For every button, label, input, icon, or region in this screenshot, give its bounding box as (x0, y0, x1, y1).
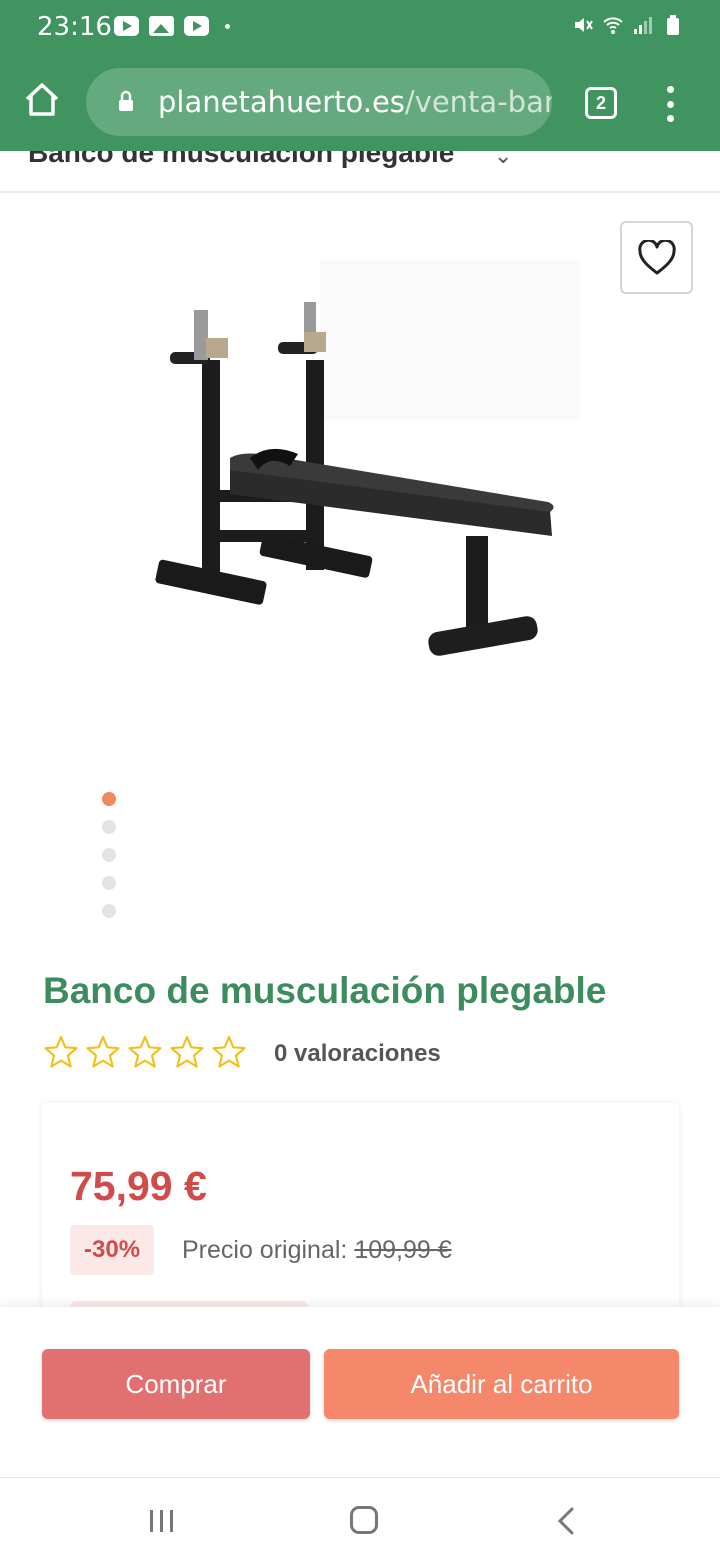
signal-icon (634, 17, 652, 34)
star-empty-icon[interactable] (86, 1035, 120, 1069)
original-price: Precio original: 109,99 € (182, 1236, 452, 1265)
gallery-notification-icon (149, 16, 174, 36)
home-nav-icon[interactable] (350, 1506, 378, 1534)
gallery-dot[interactable] (102, 876, 116, 890)
battery-icon (667, 15, 679, 35)
product-image[interactable] (120, 240, 600, 720)
chevron-down-icon[interactable]: ⌄ (494, 151, 512, 169)
star-empty-icon[interactable] (170, 1035, 204, 1069)
product-title: Banco de musculación plegable (43, 970, 607, 1011)
system-navigation-bar (0, 1477, 720, 1560)
sticky-product-title: Banco de musculación plegable (28, 151, 455, 168)
more-options-icon[interactable] (660, 86, 680, 122)
gallery-pagination (102, 792, 116, 918)
address-bar[interactable]: planetahuerto.es/venta-ban (86, 68, 552, 136)
url-domain: planetahuerto.es (158, 85, 405, 119)
status-bar: 23:16 (0, 0, 720, 56)
url-text[interactable]: planetahuerto.es/venta-ban (158, 85, 552, 119)
back-icon[interactable] (556, 1506, 576, 1536)
star-empty-icon[interactable] (44, 1035, 78, 1069)
more-notifications-icon (225, 23, 230, 29)
youtube-notification-icon (114, 16, 139, 36)
buy-button[interactable]: Comprar (42, 1349, 310, 1419)
url-path: /venta-ban (404, 85, 552, 119)
purchase-action-bar: Comprar Añadir al carrito (0, 1307, 720, 1477)
sticky-product-header[interactable]: Banco de musculación plegable ⌄ (0, 151, 720, 193)
star-empty-icon[interactable] (212, 1035, 246, 1069)
favorite-button[interactable] (620, 221, 693, 294)
reviews-count[interactable]: 0 valoraciones (274, 1040, 441, 1068)
youtube-notification-icon (184, 16, 209, 36)
add-to-cart-button[interactable]: Añadir al carrito (324, 1349, 679, 1419)
tab-switcher-button[interactable]: 2 (585, 87, 617, 119)
original-price-label: Precio original: (182, 1236, 355, 1264)
browser-toolbar: planetahuerto.es/venta-ban 2 (0, 56, 720, 151)
home-icon[interactable] (22, 80, 62, 120)
star-empty-icon[interactable] (128, 1035, 162, 1069)
recent-apps-icon[interactable] (148, 1508, 176, 1534)
discount-badge: -30% (70, 1225, 155, 1275)
mute-icon (575, 18, 593, 32)
lock-icon (119, 90, 133, 111)
original-price-value: 109,99 € (354, 1236, 452, 1264)
heart-icon (637, 239, 676, 274)
rating-stars[interactable] (44, 1035, 246, 1069)
system-status-icons (572, 14, 684, 36)
gallery-dot[interactable] (102, 820, 116, 834)
gallery-dot[interactable] (102, 848, 116, 862)
status-time: 23:16 (37, 12, 112, 42)
wifi-icon (603, 17, 623, 34)
gallery-dot-active[interactable] (102, 792, 116, 806)
gallery-dot[interactable] (102, 904, 116, 918)
notification-icons (114, 16, 230, 36)
current-price: 75,99 € (70, 1163, 207, 1209)
